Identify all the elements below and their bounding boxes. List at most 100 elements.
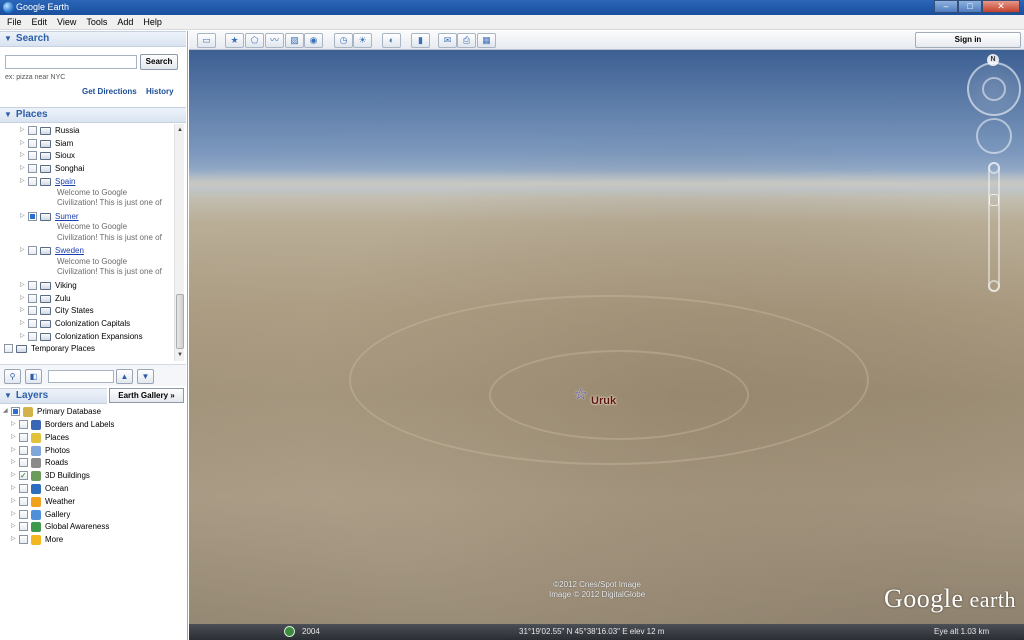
earth-3d-view[interactable]: N ☆ Uruk ©2012 Cnes/Spot Image Image © 2… bbox=[189, 50, 1024, 624]
layer-checkbox[interactable] bbox=[19, 522, 28, 532]
email-button[interactable]: ✉ bbox=[438, 33, 457, 48]
expander-icon[interactable]: ▷ bbox=[20, 125, 28, 136]
scroll-up-icon[interactable]: ▲ bbox=[176, 126, 184, 134]
expander-icon[interactable]: ◢ bbox=[3, 406, 11, 417]
layer-checkbox[interactable] bbox=[19, 420, 28, 429]
expander-icon[interactable]: ▷ bbox=[20, 305, 28, 316]
north-indicator[interactable]: N bbox=[987, 54, 999, 66]
layer-item[interactable]: ▷ Roads bbox=[11, 457, 68, 470]
look-joystick[interactable] bbox=[982, 77, 1006, 101]
record-tour-button[interactable]: ◉ bbox=[304, 33, 323, 48]
places-panel-button[interactable]: ◧ bbox=[25, 369, 42, 384]
zoom-in-icon[interactable] bbox=[988, 162, 1000, 174]
layer-checkbox[interactable]: ✓ bbox=[19, 471, 28, 481]
sign-in-button[interactable]: Sign in bbox=[915, 32, 1021, 48]
places-item[interactable]: ▷ Colonization Capitals bbox=[20, 318, 130, 331]
get-directions-link[interactable]: Get Directions bbox=[82, 87, 137, 96]
search-button[interactable]: Search bbox=[140, 54, 178, 70]
expander-icon[interactable]: ▷ bbox=[11, 445, 19, 456]
places-item[interactable]: ▷ Viking bbox=[20, 280, 77, 293]
expander-icon[interactable]: ▷ bbox=[11, 496, 19, 507]
expander-icon[interactable]: ▷ bbox=[20, 280, 28, 291]
place-checkbox[interactable] bbox=[28, 164, 37, 174]
menu-add[interactable]: Add bbox=[112, 17, 138, 27]
place-label[interactable]: Sweden bbox=[55, 245, 84, 256]
place-checkbox[interactable] bbox=[28, 319, 37, 328]
layer-item[interactable]: ▷ Places bbox=[11, 432, 69, 445]
navigation-compass[interactable] bbox=[967, 62, 1021, 116]
places-panel-header[interactable]: ▼ Places bbox=[0, 107, 186, 123]
expander-icon[interactable]: ▷ bbox=[20, 163, 28, 174]
layer-checkbox[interactable] bbox=[19, 496, 28, 506]
earth-gallery-button[interactable]: Earth Gallery » bbox=[109, 388, 184, 403]
layer-item[interactable]: ▷ Borders and Labels bbox=[11, 419, 114, 432]
place-checkbox[interactable] bbox=[28, 138, 37, 148]
close-button[interactable]: ✕ bbox=[982, 0, 1020, 13]
expander-icon[interactable]: ▷ bbox=[11, 521, 19, 532]
layer-checkbox[interactable] bbox=[19, 445, 28, 455]
place-checkbox[interactable] bbox=[28, 126, 37, 135]
ruler-button[interactable]: ▮ bbox=[411, 33, 430, 48]
places-filter-input[interactable] bbox=[48, 370, 114, 383]
layer-item[interactable]: ▷ Ocean bbox=[11, 483, 69, 496]
layer-checkbox[interactable] bbox=[19, 458, 28, 468]
maximize-button[interactable]: □ bbox=[958, 0, 982, 13]
expander-icon[interactable]: ▷ bbox=[11, 419, 19, 430]
expander-icon[interactable]: ▷ bbox=[20, 138, 28, 149]
add-path-button[interactable]: 〰 bbox=[265, 33, 284, 48]
move-joystick[interactable] bbox=[976, 118, 1012, 154]
places-item[interactable]: ▷ City States bbox=[20, 305, 94, 318]
sidebar-toggle-button[interactable]: ▭ bbox=[197, 33, 216, 48]
scroll-down-icon[interactable]: ▼ bbox=[176, 351, 184, 359]
places-item[interactable]: ▷ Russia bbox=[20, 125, 79, 138]
places-item[interactable]: ▷ Colonization Expansions bbox=[20, 331, 143, 344]
places-scrollbar[interactable]: ▲ ▼ bbox=[174, 124, 184, 361]
expander-icon[interactable]: ▷ bbox=[20, 293, 28, 304]
menu-edit[interactable]: Edit bbox=[27, 17, 53, 27]
expander-icon[interactable]: ▷ bbox=[11, 534, 19, 545]
layer-checkbox[interactable] bbox=[19, 432, 28, 442]
print-button[interactable]: ⎙ bbox=[457, 33, 476, 48]
sunlight-button[interactable]: ☀ bbox=[353, 33, 372, 48]
layer-item[interactable]: ▷ More bbox=[11, 534, 63, 547]
places-search-button[interactable]: ⚲ bbox=[4, 369, 21, 384]
layer-item[interactable]: ▷ Photos bbox=[11, 445, 70, 458]
expander-icon[interactable]: ▷ bbox=[11, 457, 19, 468]
layer-item[interactable]: ▷ Gallery bbox=[11, 509, 70, 522]
zoom-out-icon[interactable] bbox=[988, 280, 1000, 292]
move-up-button[interactable]: ▲ bbox=[116, 369, 133, 384]
search-panel-header[interactable]: ▼ Search bbox=[0, 31, 186, 47]
place-checkbox[interactable] bbox=[4, 344, 13, 354]
place-checkbox[interactable] bbox=[28, 246, 37, 256]
history-link[interactable]: History bbox=[146, 87, 174, 96]
layer-item[interactable]: ▷ Global Awareness bbox=[11, 521, 109, 534]
placemark-label[interactable]: Uruk bbox=[591, 395, 616, 407]
view-in-maps-button[interactable]: ▦ bbox=[477, 33, 496, 48]
places-item[interactable]: Temporary Places bbox=[4, 343, 95, 356]
minimize-button[interactable]: – bbox=[934, 0, 958, 13]
layers-panel-header[interactable]: ▼ Layers bbox=[0, 388, 107, 404]
expander-icon[interactable]: ▷ bbox=[11, 483, 19, 494]
place-checkbox[interactable] bbox=[28, 331, 37, 341]
expander-icon[interactable]: ▷ bbox=[20, 245, 28, 256]
zoom-slider[interactable] bbox=[988, 162, 1000, 292]
expander-icon[interactable]: ▷ bbox=[20, 318, 28, 329]
layer-checkbox[interactable] bbox=[11, 407, 20, 416]
expander-icon[interactable]: ▷ bbox=[11, 509, 19, 520]
places-item[interactable]: ▷ Zulu bbox=[20, 293, 71, 306]
place-checkbox[interactable] bbox=[28, 306, 37, 316]
layer-checkbox[interactable] bbox=[19, 535, 28, 545]
layer-item[interactable]: ▷ Weather bbox=[11, 496, 75, 509]
expander-icon[interactable]: ▷ bbox=[11, 432, 19, 443]
place-checkbox[interactable] bbox=[28, 293, 37, 303]
place-label[interactable]: Spain bbox=[55, 176, 75, 187]
historical-imagery-button[interactable]: ◷ bbox=[334, 33, 353, 48]
expander-icon[interactable]: ▷ bbox=[20, 331, 28, 342]
expander-icon[interactable]: ▷ bbox=[20, 211, 28, 222]
place-checkbox[interactable] bbox=[28, 280, 37, 290]
layer-root[interactable]: ◢ Primary Database bbox=[3, 406, 101, 419]
layer-checkbox[interactable] bbox=[19, 509, 28, 519]
layer-item[interactable]: ▷ ✓ 3D Buildings bbox=[11, 470, 90, 483]
expander-icon[interactable]: ▷ bbox=[20, 176, 28, 187]
places-item[interactable]: ▷ Sioux bbox=[20, 150, 75, 163]
